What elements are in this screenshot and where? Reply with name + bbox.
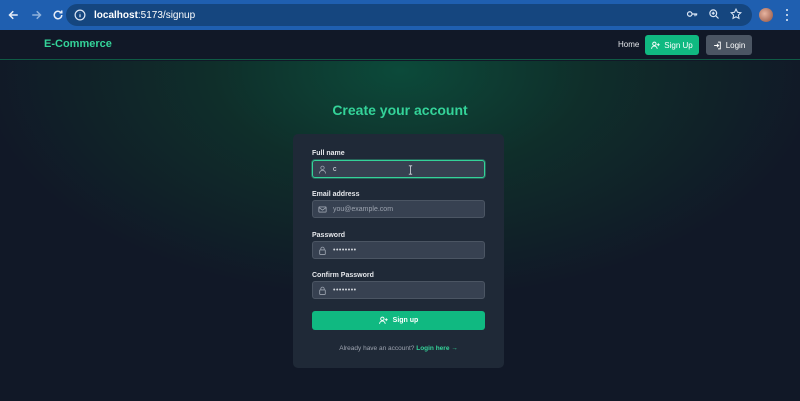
password-label: Password xyxy=(312,232,346,239)
user-icon xyxy=(318,165,327,173)
email-placeholder: you@example.com xyxy=(333,205,394,213)
main-content: Create your account Full name c Email ad… xyxy=(0,61,800,401)
full-name-value: c xyxy=(333,165,337,173)
full-name-field[interactable]: c xyxy=(312,160,485,178)
mail-icon xyxy=(318,206,327,212)
site-info-icon[interactable] xyxy=(74,9,86,21)
arrow-right-icon xyxy=(32,10,42,20)
lock-icon xyxy=(319,246,326,255)
user-plus-icon xyxy=(651,41,660,49)
browser-toolbar: localhost:5173/signup xyxy=(0,0,800,30)
url-path: :5173/signup xyxy=(137,9,196,21)
url-text: localhost:5173/signup xyxy=(94,10,195,21)
email-label: Email address xyxy=(312,191,360,198)
app-header: E-Commerce Home Sign Up Login xyxy=(0,30,800,60)
password-field[interactable]: •••••••• xyxy=(312,241,485,259)
signup-submit-label: Sign up xyxy=(392,317,419,324)
lock-icon xyxy=(319,286,326,295)
back-button[interactable] xyxy=(4,5,24,25)
reload-icon xyxy=(53,10,63,20)
arrow-left-icon xyxy=(8,10,18,20)
email-field[interactable]: you@example.com xyxy=(312,200,485,218)
login-prompt-text: Already have an account? xyxy=(339,345,415,352)
page-title: Create your account xyxy=(332,102,468,118)
password-value: •••••••• xyxy=(333,246,357,254)
star-icon[interactable] xyxy=(730,8,742,20)
login-icon xyxy=(713,41,721,49)
nav-home-link[interactable]: Home xyxy=(618,40,639,49)
confirm-password-value: •••••••• xyxy=(333,286,357,294)
login-nav-label: Login xyxy=(725,40,746,50)
arrow-right-small-icon: → xyxy=(451,345,458,352)
signup-form-card: Full name c Email address you@example.co… xyxy=(293,134,504,368)
signup-nav-button[interactable]: Sign Up xyxy=(645,35,699,55)
key-icon[interactable] xyxy=(686,8,698,20)
confirm-password-field[interactable]: •••••••• xyxy=(312,281,485,299)
user-plus-icon xyxy=(378,316,388,324)
profile-avatar[interactable] xyxy=(759,8,773,22)
login-prompt: Already have an account? Login here → xyxy=(293,345,504,352)
text-cursor-icon xyxy=(408,165,413,175)
address-bar-actions xyxy=(686,8,742,20)
address-bar[interactable]: localhost:5173/signup xyxy=(66,4,752,26)
zoom-icon[interactable] xyxy=(708,8,720,20)
confirm-password-label: Confirm Password xyxy=(312,272,374,279)
browser-menu-icon[interactable] xyxy=(782,8,792,22)
reload-button[interactable] xyxy=(48,5,68,25)
login-nav-button[interactable]: Login xyxy=(706,35,752,55)
forward-button[interactable] xyxy=(26,5,46,25)
url-host: localhost xyxy=(94,9,138,21)
login-here-label: Login here xyxy=(416,345,450,352)
full-name-label: Full name xyxy=(312,150,345,157)
login-here-link[interactable]: Login here → xyxy=(416,345,458,352)
signup-submit-button[interactable]: Sign up xyxy=(312,311,485,330)
brand-logo[interactable]: E-Commerce xyxy=(44,38,112,50)
signup-nav-label: Sign Up xyxy=(664,40,693,50)
